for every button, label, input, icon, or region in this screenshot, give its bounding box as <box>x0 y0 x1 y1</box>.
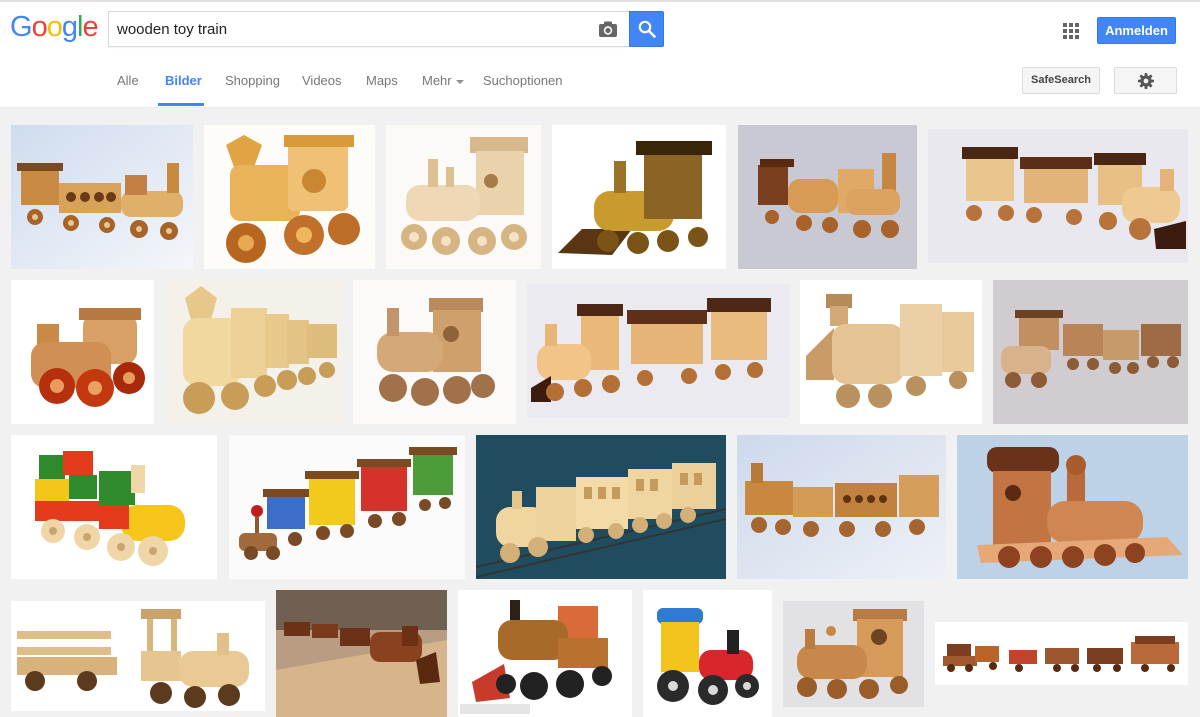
tab-images[interactable]: Bilder <box>165 54 202 107</box>
image-result[interactable] <box>737 435 946 579</box>
image-result[interactable] <box>353 280 516 424</box>
image-result[interactable] <box>458 590 632 717</box>
image-result[interactable] <box>993 280 1188 424</box>
tab-videos[interactable]: Videos <box>302 54 342 107</box>
search-box <box>108 11 630 47</box>
image-result[interactable] <box>935 622 1188 685</box>
image-result[interactable] <box>11 435 217 579</box>
tab-search-tools[interactable]: Suchoptionen <box>483 54 563 107</box>
image-result[interactable] <box>11 601 265 711</box>
tab-more-label: Mehr <box>422 73 452 88</box>
camera-icon[interactable] <box>598 20 618 38</box>
search-button[interactable] <box>629 11 664 47</box>
apps-grid-icon[interactable] <box>1063 23 1079 39</box>
safesearch-button[interactable]: SafeSearch <box>1022 67 1100 94</box>
tab-maps[interactable]: Maps <box>366 54 398 107</box>
image-results-grid <box>0 108 1200 717</box>
header: Google Anmelden <box>0 2 1200 54</box>
tab-more[interactable]: Mehr <box>422 54 464 107</box>
tab-shopping[interactable]: Shopping <box>225 54 280 107</box>
logo-letter: G <box>10 11 33 43</box>
tab-all[interactable]: Alle <box>117 54 139 107</box>
search-input[interactable] <box>117 12 587 46</box>
image-result[interactable] <box>386 125 541 269</box>
image-result[interactable] <box>957 435 1188 579</box>
chevron-down-icon <box>455 79 464 84</box>
image-result[interactable] <box>738 125 917 269</box>
image-result[interactable] <box>276 590 447 717</box>
logo-letter: o <box>31 11 48 43</box>
image-result[interactable] <box>165 280 342 424</box>
signin-button[interactable]: Anmelden <box>1097 17 1176 44</box>
image-result[interactable] <box>552 125 726 269</box>
settings-button[interactable] <box>1114 67 1177 94</box>
image-result[interactable] <box>204 125 375 269</box>
logo-letter: g <box>61 11 78 43</box>
gear-icon <box>1138 73 1154 89</box>
search-icon <box>638 20 656 38</box>
image-result[interactable] <box>476 435 726 579</box>
image-result[interactable] <box>643 590 772 717</box>
active-tab-indicator <box>158 103 204 106</box>
logo-letter: e <box>82 11 98 43</box>
image-result[interactable] <box>527 284 789 418</box>
search-tabs-bar: Alle Bilder Shopping Videos Maps Mehr Su… <box>0 54 1200 108</box>
image-result[interactable] <box>11 125 193 269</box>
image-result[interactable] <box>800 280 982 424</box>
image-result[interactable] <box>783 601 924 707</box>
google-logo[interactable]: Google <box>10 10 99 44</box>
logo-letter: o <box>46 11 63 43</box>
image-result[interactable] <box>229 435 465 579</box>
image-result[interactable] <box>928 129 1188 263</box>
image-result[interactable] <box>11 280 154 424</box>
